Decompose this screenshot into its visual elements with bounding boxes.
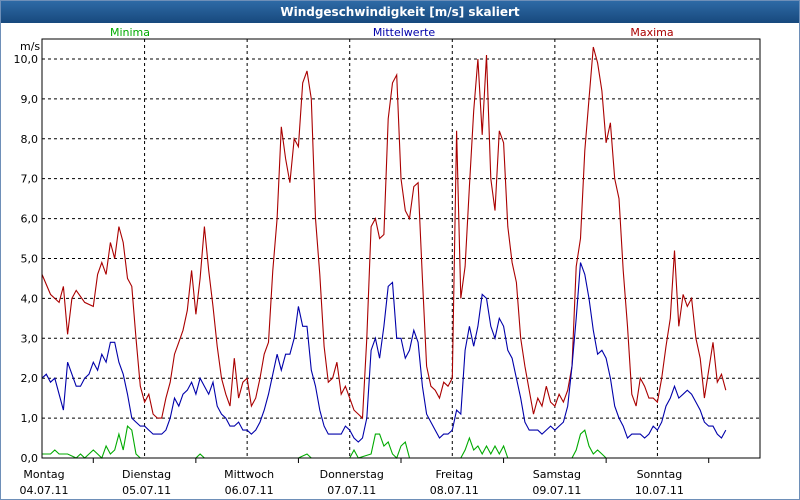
y-tick-label: 3,0 bbox=[21, 332, 39, 345]
x-tick-day: Montag bbox=[23, 468, 64, 481]
x-tick-day: Donnerstag bbox=[320, 468, 384, 481]
y-tick-label: 10,0 bbox=[14, 53, 39, 66]
x-tick-day: Sonntag bbox=[637, 468, 683, 481]
y-tick-label: 4,0 bbox=[21, 292, 39, 305]
legend-minima: Minima bbox=[110, 26, 150, 39]
axis-labels: 0,0 1,0 2,0 3,0 4,0 5,0 6,0 7,0 8,0 9,0 10,0 Montag… bbox=[14, 53, 684, 497]
y-tick-label: 1,0 bbox=[21, 412, 39, 425]
x-tick-day: Dienstag bbox=[122, 468, 171, 481]
x-tick-date: 06.07.11 bbox=[225, 484, 274, 497]
legend-maxima: Maxima bbox=[630, 26, 673, 39]
x-tick-date: 05.07.11 bbox=[122, 484, 171, 497]
y-tick-label: 6,0 bbox=[21, 213, 39, 226]
x-tick-day: Mittwoch bbox=[224, 468, 274, 481]
legend-mittelwerte: Mittelwerte bbox=[373, 26, 436, 39]
y-tick-label: 2,0 bbox=[21, 372, 39, 385]
y-axis-unit: m/s bbox=[20, 40, 40, 53]
x-tick-day: Freitag bbox=[435, 468, 473, 481]
chart-svg: Minima Mittelwerte Maxima m/s 0,0 1,0 2,0 3… bbox=[14, 26, 761, 497]
x-tick-date: 04.07.11 bbox=[20, 484, 69, 497]
plot-area-frame bbox=[41, 38, 761, 459]
y-tick-label: 9,0 bbox=[21, 93, 39, 106]
y-tick-label: 7,0 bbox=[21, 173, 39, 186]
x-tick-date: 09.07.11 bbox=[532, 484, 581, 497]
y-tick-label: 8,0 bbox=[21, 133, 39, 146]
x-tick-date: 08.07.11 bbox=[430, 484, 479, 497]
y-tick-label: 5,0 bbox=[21, 252, 39, 265]
series-lines bbox=[41, 46, 727, 459]
x-tick-date: 07.07.11 bbox=[327, 484, 376, 497]
y-tick-label: 0,0 bbox=[21, 452, 39, 465]
x-tick-day: Samstag bbox=[533, 468, 581, 481]
x-tick-date: 10.07.11 bbox=[635, 484, 684, 497]
